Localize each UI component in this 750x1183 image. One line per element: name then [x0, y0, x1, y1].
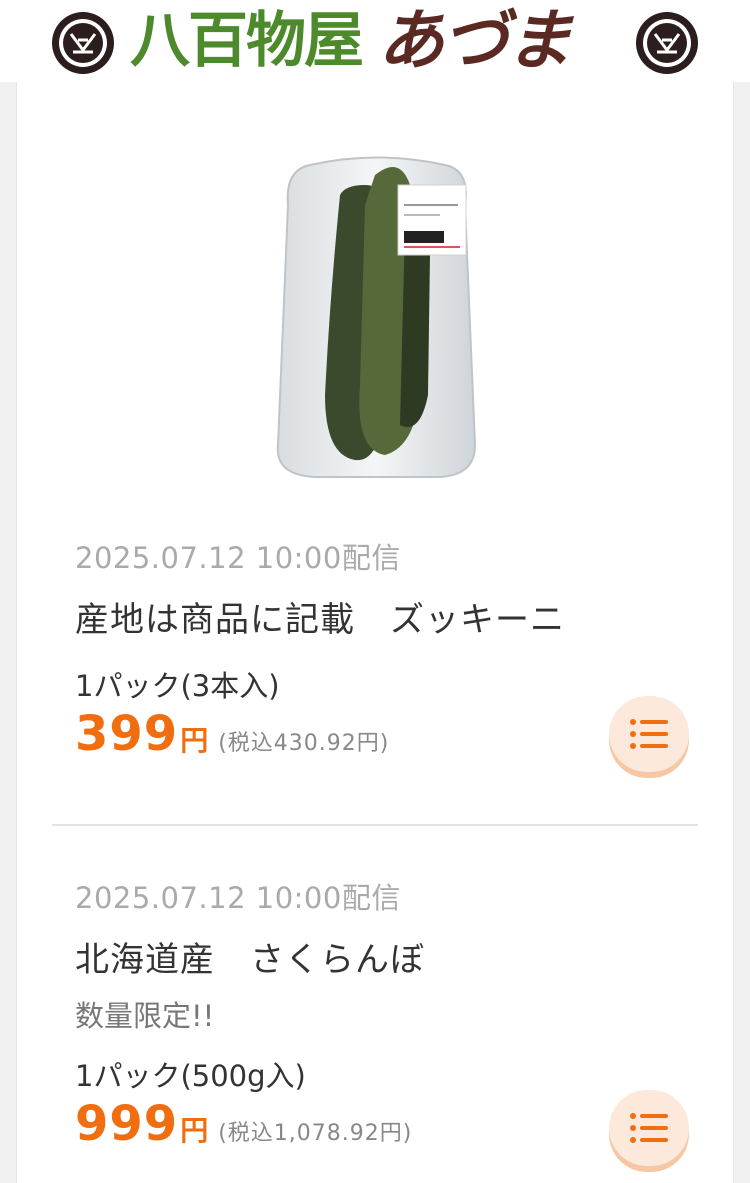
- zucchini-pack-image[interactable]: [270, 145, 485, 480]
- price-yen: 円: [180, 1114, 209, 1147]
- delivery-date: 2025.07.12 10:00配信: [75, 541, 401, 575]
- list-icon: [630, 719, 668, 749]
- price-yen: 円: [180, 724, 209, 757]
- store-title-main: 八百物屋: [130, 6, 364, 76]
- family-crest-icon: [634, 10, 700, 76]
- store-header: 八百物屋 あづま: [0, 0, 750, 82]
- product-name: 北海道産 さくらんぼ: [75, 940, 425, 980]
- product-name: 産地は商品に記載 ズッキーニ: [75, 600, 565, 640]
- delivery-date: 2025.07.12 10:00配信: [75, 881, 401, 915]
- list-menu-button[interactable]: [609, 1090, 689, 1166]
- price-value: 399: [75, 706, 179, 762]
- price-value: 999: [75, 1096, 179, 1152]
- product-note: 数量限定!!: [75, 999, 215, 1033]
- family-crest-icon: [50, 10, 116, 76]
- item-divider: [52, 824, 698, 826]
- product-unit: 1パック(500g入): [75, 1059, 306, 1093]
- list-icon: [630, 1113, 668, 1143]
- store-title-brand: あづま: [378, 1, 572, 79]
- list-menu-button[interactable]: [609, 696, 689, 772]
- product-unit: 1パック(3本入): [75, 669, 280, 703]
- price-tax-included: (税込1,078.92円): [218, 1121, 413, 1146]
- price-tax-included: (税込430.92円): [218, 731, 390, 756]
